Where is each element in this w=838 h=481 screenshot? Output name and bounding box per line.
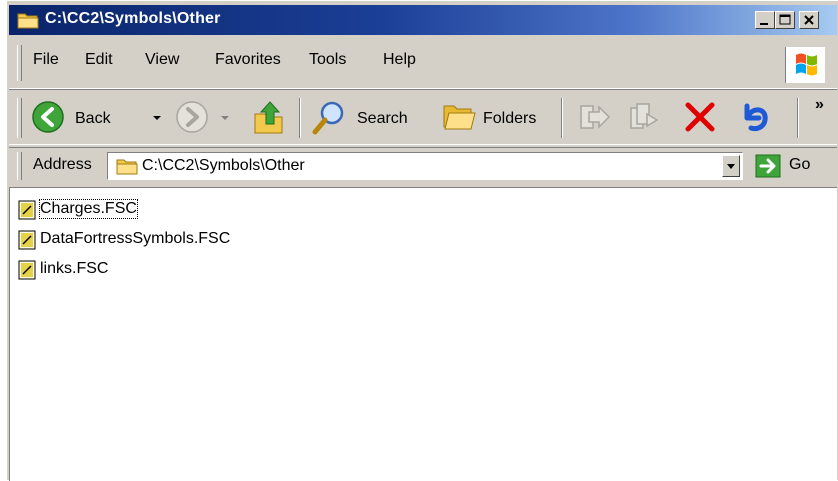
close-icon bbox=[804, 15, 814, 25]
address-label: Address bbox=[33, 156, 92, 173]
folder-icon bbox=[116, 159, 138, 175]
minimize-button[interactable] bbox=[755, 11, 775, 29]
windows-flag-icon bbox=[796, 53, 817, 76]
folder-up-icon bbox=[254, 101, 283, 134]
minimize-icon bbox=[760, 23, 768, 25]
maximize-button[interactable] bbox=[775, 11, 795, 29]
menu-bar: File Edit View Favorites Tools Help bbox=[9, 39, 837, 89]
toolbar-separator bbox=[299, 98, 301, 138]
move-to-button[interactable] bbox=[571, 94, 617, 140]
copy-to-icon bbox=[630, 103, 659, 129]
toolbar-separator bbox=[797, 98, 799, 138]
standard-toolbar: Back Search Folders » bbox=[9, 89, 837, 145]
go-label: Go bbox=[789, 156, 811, 173]
search-icon bbox=[312, 101, 344, 135]
copy-to-button[interactable] bbox=[621, 94, 667, 140]
file-name: DataFortressSymbols.FSC bbox=[40, 230, 231, 247]
toolbar-overflow-button[interactable]: » bbox=[815, 96, 824, 114]
menu-help[interactable]: Help bbox=[383, 51, 416, 69]
close-button[interactable] bbox=[799, 11, 819, 29]
toolbar-separator bbox=[561, 98, 563, 138]
address-grip[interactable] bbox=[17, 152, 22, 180]
menu-view[interactable]: View bbox=[145, 51, 179, 69]
back-button[interactable]: Back bbox=[27, 94, 163, 140]
menu-file[interactable]: File bbox=[33, 51, 59, 69]
folders-icon bbox=[443, 105, 476, 130]
windows-logo bbox=[785, 47, 825, 83]
move-to-icon bbox=[580, 105, 611, 129]
explorer-window: C:\CC2\Symbols\Other File Edit View Favo… bbox=[6, 0, 838, 481]
forward-dropdown-icon[interactable] bbox=[221, 116, 229, 120]
file-name: links.FSC bbox=[40, 260, 109, 277]
delete-x-icon bbox=[685, 102, 715, 132]
back-dropdown-icon[interactable] bbox=[153, 116, 161, 120]
up-folder-button[interactable] bbox=[245, 94, 291, 140]
address-dropdown-button[interactable] bbox=[722, 155, 740, 177]
address-value: C:\CC2\Symbols\Other bbox=[142, 157, 305, 174]
window-title: C:\CC2\Symbols\Other bbox=[45, 10, 221, 27]
forward-button[interactable] bbox=[171, 94, 235, 140]
delete-button[interactable] bbox=[677, 94, 723, 140]
file-list-view[interactable]: Charges.FSC DataFortressSymbols.FSC link… bbox=[9, 187, 837, 481]
search-button[interactable]: Search bbox=[307, 94, 427, 140]
fsc-file-icon bbox=[18, 200, 36, 220]
folders-button[interactable]: Folders bbox=[437, 94, 553, 140]
file-name: Charges.FSC bbox=[39, 199, 138, 219]
fsc-file-icon bbox=[18, 230, 36, 250]
folders-label: Folders bbox=[483, 110, 537, 127]
menu-favorites[interactable]: Favorites bbox=[215, 51, 281, 69]
search-label: Search bbox=[357, 110, 408, 127]
forward-arrow-icon bbox=[176, 101, 208, 133]
chevron-down-icon bbox=[727, 164, 735, 169]
toolbar-grip[interactable] bbox=[17, 98, 22, 138]
undo-icon bbox=[744, 103, 768, 132]
menu-edit[interactable]: Edit bbox=[85, 51, 113, 69]
go-arrow-icon bbox=[755, 154, 781, 178]
title-bar[interactable]: C:\CC2\Symbols\Other bbox=[9, 5, 837, 35]
address-input[interactable]: C:\CC2\Symbols\Other bbox=[107, 152, 743, 180]
folder-icon bbox=[17, 13, 39, 29]
back-label: Back bbox=[75, 110, 111, 127]
maximize-icon bbox=[779, 14, 791, 25]
back-arrow-icon bbox=[32, 101, 64, 133]
address-bar: Address C:\CC2\Symbols\Other Go bbox=[9, 147, 837, 185]
undo-button[interactable] bbox=[731, 94, 777, 140]
fsc-file-icon bbox=[18, 260, 36, 280]
menu-grip[interactable] bbox=[17, 45, 22, 81]
menu-tools[interactable]: Tools bbox=[309, 51, 346, 69]
